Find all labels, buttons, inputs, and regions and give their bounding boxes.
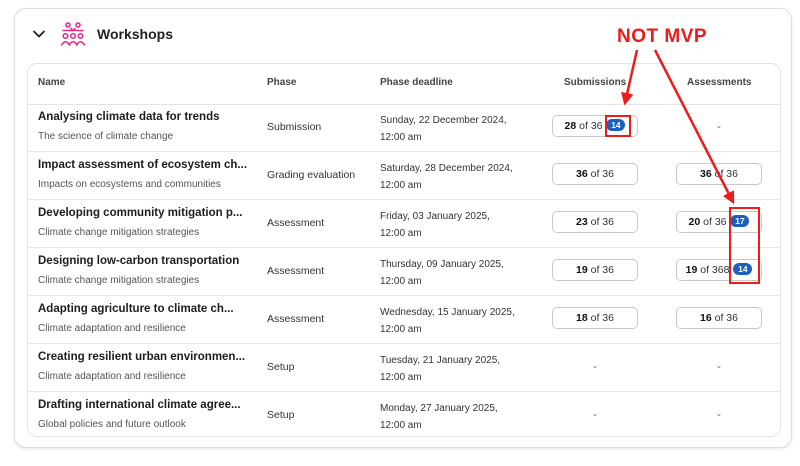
column-header-deadline: Phase deadline xyxy=(380,77,453,88)
deadline-time: 12:00 am xyxy=(380,372,422,383)
workshop-name-link[interactable]: Creating resilient urban environmen... xyxy=(38,351,245,363)
table-row[interactable]: Creating resilient urban environmen... Cl… xyxy=(28,344,780,392)
page-title: Workshops xyxy=(97,26,173,42)
workshop-name-link[interactable]: Impact assessment of ecosystem ch... xyxy=(38,159,247,171)
workshop-phase: Setup xyxy=(267,361,295,373)
deadline-date: Wednesday, 15 January 2025, xyxy=(380,307,515,318)
workshop-phase: Assessment xyxy=(267,265,325,277)
workshop-topic: Impacts on ecosystems and communities xyxy=(38,179,221,190)
table-row[interactable]: Adapting agriculture to climate ch... Cli… xyxy=(28,296,780,344)
workshops-table: Name Phase Phase deadline Submissions As… xyxy=(27,63,781,437)
workshop-phase: Assessment xyxy=(267,217,325,229)
phase-deadline: Thursday, 09 January 2025, 12:00 am xyxy=(380,256,504,290)
phase-deadline: Saturday, 28 December 2024, 12:00 am xyxy=(380,160,513,194)
submissions-pending-badge: 14 xyxy=(606,119,626,131)
assessments-total: of 36 xyxy=(714,312,738,324)
submissions-total: of 36 xyxy=(579,120,603,132)
phase-deadline: Sunday, 22 December 2024, 12:00 am xyxy=(380,112,507,146)
deadline-date: Monday, 27 January 2025, xyxy=(380,403,498,414)
table-row[interactable]: Drafting international climate agree... G… xyxy=(28,392,780,436)
workshop-topic: Climate change mitigation strategies xyxy=(38,275,200,286)
workshop-topic: Climate adaptation and resilience xyxy=(38,323,186,334)
workshop-name-link[interactable]: Drafting international climate agree... xyxy=(38,399,241,411)
assessments-pending-badge: 14 xyxy=(733,263,753,275)
deadline-time: 12:00 am xyxy=(380,324,422,335)
assessments-count-button[interactable]: 36 of 36 xyxy=(676,163,762,185)
column-header-phase: Phase xyxy=(267,77,297,88)
workshop-topic: Climate adaptation and resilience xyxy=(38,371,186,382)
deadline-time: 12:00 am xyxy=(380,132,422,143)
assessments-count: 36 xyxy=(700,168,712,180)
assessments-count-button[interactable]: 20 of 36 17 xyxy=(676,211,762,233)
submissions-empty: - xyxy=(593,409,597,421)
workshop-name-link[interactable]: Adapting agriculture to climate ch... xyxy=(38,303,234,315)
phase-deadline: Tuesday, 21 January 2025, 12:00 am xyxy=(380,352,500,386)
assessments-count: 19 xyxy=(685,264,698,276)
assessments-total: of 368 xyxy=(700,264,730,276)
deadline-date: Tuesday, 21 January 2025, xyxy=(380,355,501,366)
table-row[interactable]: Analysing climate data for trends The sci… xyxy=(28,104,780,152)
assessments-empty: - xyxy=(717,121,721,133)
assessments-empty: - xyxy=(717,409,721,421)
submissions-count-button[interactable]: 18 of 36 xyxy=(552,307,638,329)
workshop-topic: The science of climate change xyxy=(38,131,174,142)
workshop-name-link[interactable]: Analysing climate data for trends xyxy=(38,111,220,123)
phase-deadline: Friday, 03 January 2025, 12:00 am xyxy=(380,208,490,242)
deadline-date: Friday, 03 January 2025, xyxy=(380,211,490,222)
deadline-date: Thursday, 09 January 2025, xyxy=(380,259,504,270)
submissions-count-button[interactable]: 19 of 36 xyxy=(552,259,638,281)
submissions-count: 36 xyxy=(576,168,588,180)
submissions-total: of 36 xyxy=(590,264,614,276)
workshop-topic: Global policies and future outlook xyxy=(38,419,186,430)
assessments-total: of 36 xyxy=(703,216,727,228)
table-row[interactable]: Developing community mitigation p... Clim… xyxy=(28,200,780,248)
card-header: Workshops xyxy=(15,9,791,61)
workshop-phase: Grading evaluation xyxy=(267,169,356,181)
assessments-count-button[interactable]: 16 of 36 xyxy=(676,307,762,329)
submissions-total: of 36 xyxy=(590,216,614,228)
workshop-phase: Setup xyxy=(267,409,295,421)
assessments-empty: - xyxy=(717,361,721,373)
column-header-assessments: Assessments xyxy=(687,77,752,88)
assessments-count: 20 xyxy=(688,216,701,228)
column-header-name: Name xyxy=(38,77,66,88)
deadline-date: Sunday, 22 December 2024, xyxy=(380,115,507,126)
deadline-date: Saturday, 28 December 2024, xyxy=(380,163,513,174)
table-header: Name Phase Phase deadline Submissions As… xyxy=(28,64,780,105)
submissions-count: 23 xyxy=(576,216,588,228)
workshop-name-link[interactable]: Designing low-carbon transportation xyxy=(38,255,239,267)
deadline-time: 12:00 am xyxy=(380,228,422,239)
phase-deadline: Monday, 27 January 2025, 12:00 am xyxy=(380,400,498,434)
deadline-time: 12:00 am xyxy=(380,180,422,191)
column-header-submissions: Submissions xyxy=(564,77,627,88)
workshop-name-link[interactable]: Developing community mitigation p... xyxy=(38,207,242,219)
submissions-count-button[interactable]: 23 of 36 xyxy=(552,211,638,233)
workshop-phase: Assessment xyxy=(267,313,325,325)
submissions-total: of 36 xyxy=(590,168,614,180)
workshop-topic: Climate change mitigation strategies xyxy=(38,227,200,238)
submissions-count-button[interactable]: 36 of 36 xyxy=(552,163,638,185)
submissions-empty: - xyxy=(593,361,597,373)
submissions-count-button[interactable]: 28 of 36 14 xyxy=(552,115,638,137)
phase-deadline: Wednesday, 15 January 2025, 12:00 am xyxy=(380,304,515,338)
submissions-total: of 36 xyxy=(590,312,614,324)
deadline-time: 12:00 am xyxy=(380,276,422,287)
assessments-count: 16 xyxy=(700,312,712,324)
workshops-card: Workshops Name Phase Phase deadline Subm… xyxy=(14,8,792,448)
workshop-people-icon xyxy=(60,22,86,46)
submissions-count: 19 xyxy=(576,264,588,276)
chevron-down-icon[interactable] xyxy=(32,27,46,41)
table-row[interactable]: Impact assessment of ecosystem ch... Impa… xyxy=(28,152,780,200)
submissions-count: 18 xyxy=(576,312,588,324)
deadline-time: 12:00 am xyxy=(380,420,422,431)
assessments-count-button[interactable]: 19 of 368 14 xyxy=(676,259,762,281)
workshop-phase: Submission xyxy=(267,121,322,133)
assessments-total: of 36 xyxy=(714,168,738,180)
table-row[interactable]: Designing low-carbon transportation Clima… xyxy=(28,248,780,296)
submissions-count: 28 xyxy=(564,120,577,132)
assessments-pending-badge: 17 xyxy=(730,215,750,227)
